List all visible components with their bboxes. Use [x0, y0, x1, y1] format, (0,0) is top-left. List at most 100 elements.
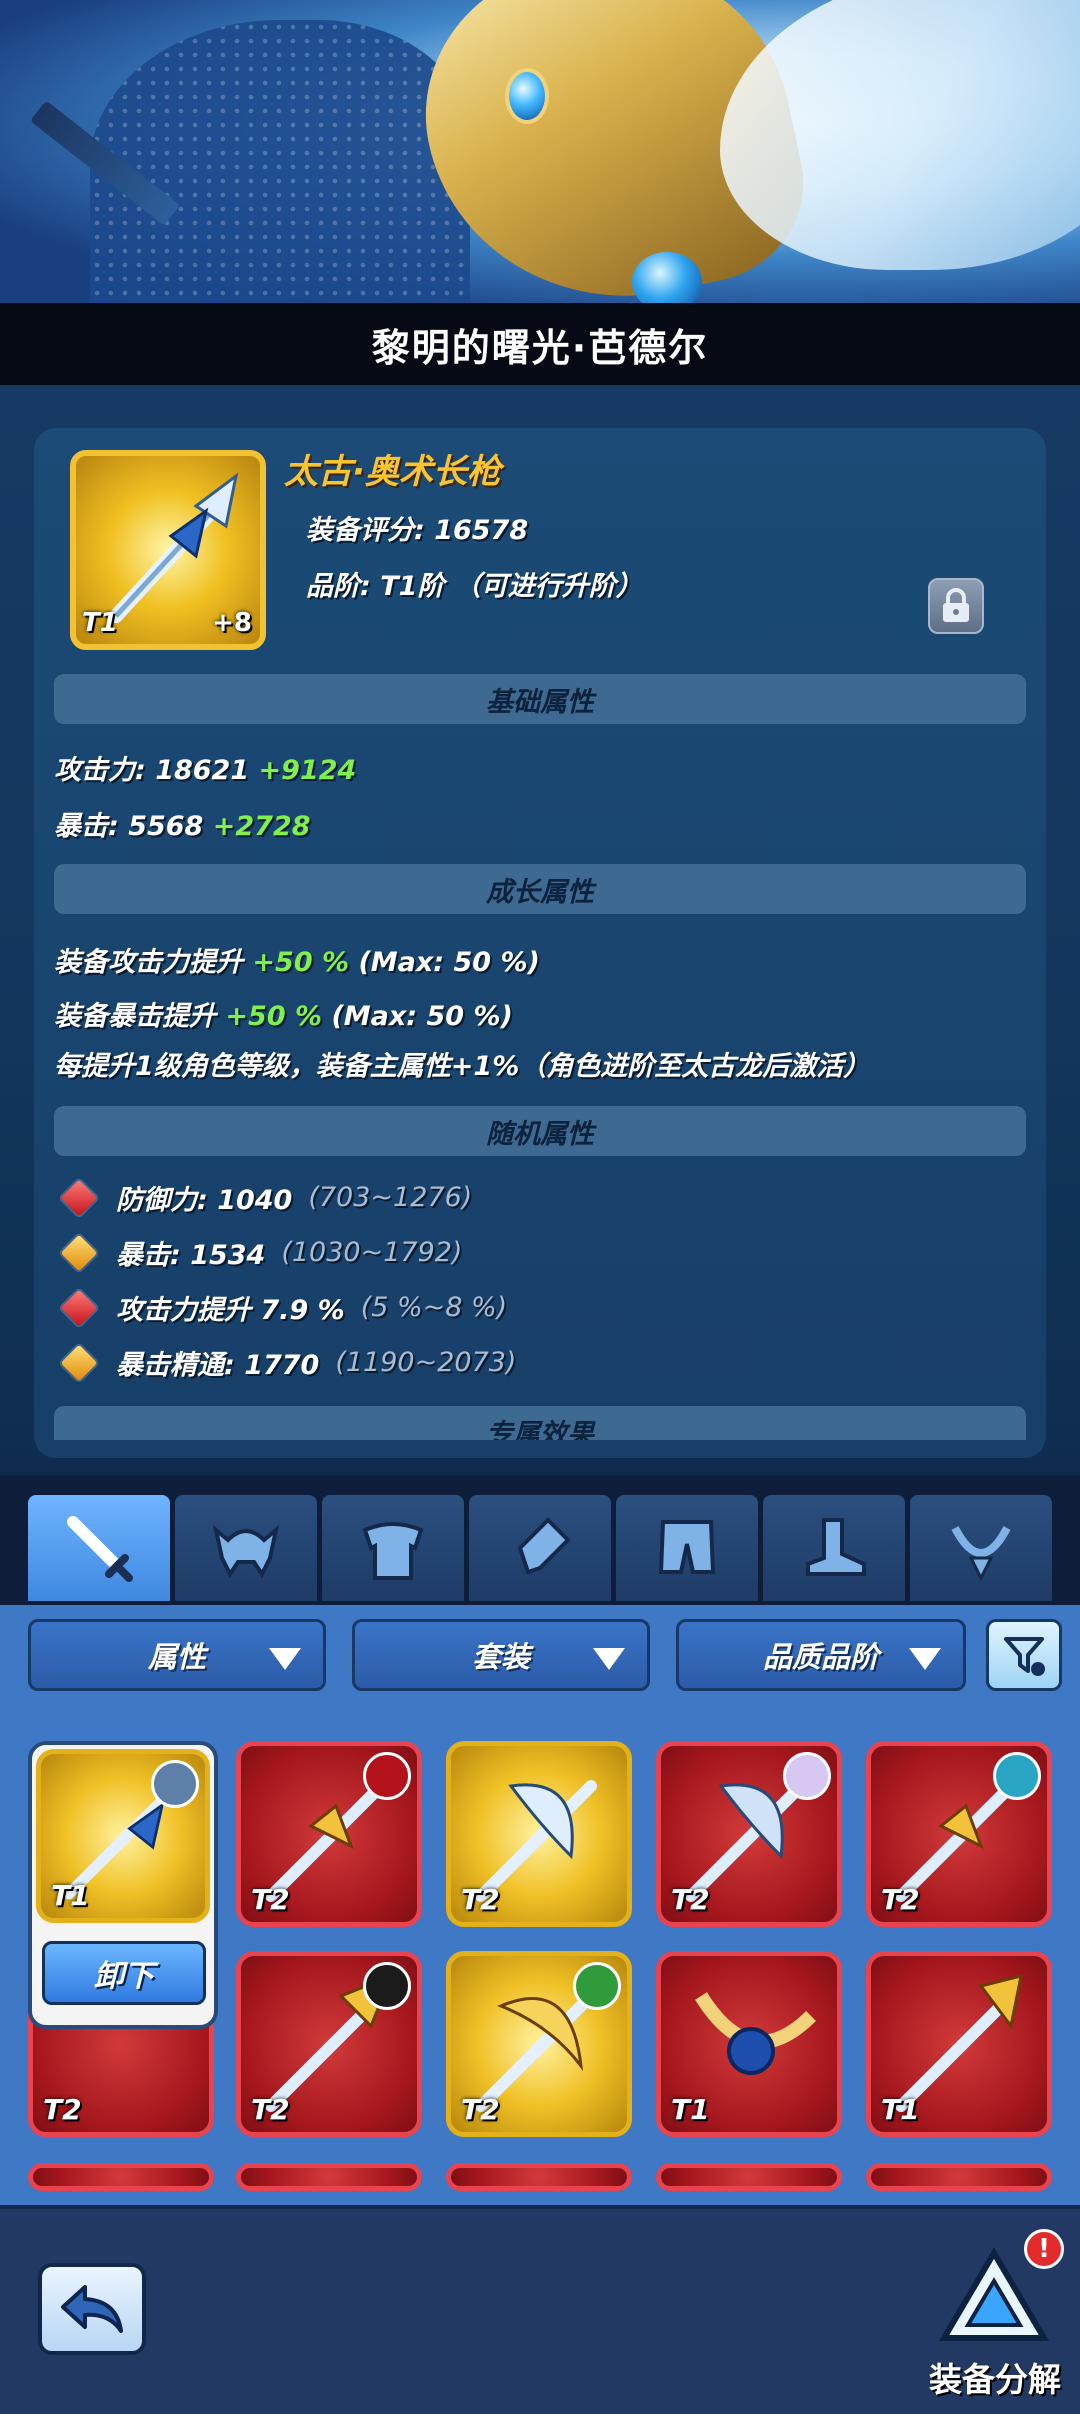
section-basic-attributes: 基础属性 [54, 674, 1026, 724]
boots-icon [806, 1518, 866, 1576]
inventory-slot[interactable] [28, 2163, 214, 2191]
random-stat: 暴击精通: 1770 (1190~2073) [58, 1343, 516, 1382]
growth-note: 每提升1级角色等级，装备主属性+1%（角色进阶至太古龙后激活） [54, 1051, 871, 1082]
filter-button[interactable] [986, 1619, 1062, 1691]
inventory-slot[interactable]: T2 [446, 1741, 632, 1927]
pants-icon [658, 1520, 716, 1574]
back-button[interactable] [38, 2263, 146, 2355]
slot-tier: T2 [671, 1883, 710, 1916]
chevron-down-icon [593, 1648, 625, 1670]
dropdown-label: 套装 [471, 1640, 530, 1674]
inventory-slot[interactable]: T2 [236, 1741, 422, 1927]
slot-tier: T2 [881, 1883, 920, 1916]
section-title: 成长属性 [486, 876, 594, 908]
item-name: 太古·奥术长枪 [284, 452, 501, 492]
slot-tier: T1 [881, 2093, 920, 2126]
item-detail-panel[interactable]: T1 +8 太古·奥术长枪 装备评分: 16578 品阶: T1阶 （可进行升阶… [34, 428, 1046, 1458]
section-growth-attributes: 成长属性 [54, 864, 1026, 914]
inventory-slot[interactable]: T1 [866, 1951, 1052, 2137]
inventory-slot[interactable]: T2 [656, 1741, 842, 1927]
tab-weapon[interactable] [28, 1495, 170, 1601]
random-stat-label: 暴击: 1534 [116, 1240, 266, 1271]
inventory-slot[interactable]: T2 [236, 1951, 422, 2137]
stat-attack: 攻击力: 18621 +9124 [54, 748, 356, 787]
dropdown-label: 属性 [147, 1640, 206, 1674]
slot-tier: T2 [251, 1883, 290, 1916]
inventory-grid: 属性 套装 品质品阶 T2 T2 T2 T2 T2 T2 T2 T1 T1 T1… [0, 1605, 1080, 2205]
unequip-button[interactable]: 卸下 [42, 1941, 206, 2005]
hero-badge [363, 1962, 411, 2010]
gold-gem-icon [60, 1344, 98, 1381]
chevron-down-icon [909, 1648, 941, 1670]
inventory-slot[interactable]: T2 [446, 1951, 632, 2137]
tab-necklace[interactable] [910, 1495, 1052, 1601]
stat-bonus: +50 % [225, 1001, 323, 1032]
salvage-button[interactable]: ! 装备分解 [920, 2229, 1070, 2409]
hero-badge [363, 1752, 411, 1800]
stat-bonus: +50 % [252, 947, 350, 978]
random-stat: 攻击力提升 7.9 % (5 %~8 %) [58, 1288, 507, 1327]
equipped-item-card[interactable]: T1 卸下 [28, 1741, 218, 2029]
filter-attribute-dropdown[interactable]: 属性 [28, 1619, 326, 1691]
dropdown-label: 品质品阶 [762, 1640, 879, 1674]
section-title: 随机属性 [486, 1118, 594, 1150]
stat-label: 攻击力: 18621 [54, 755, 250, 786]
stat-label: 暴击: 5568 [54, 811, 204, 842]
slot-tier: T2 [461, 1883, 500, 1916]
growth-crit: 装备暴击提升 +50 % (Max: 50 %) [54, 994, 513, 1033]
inventory-slot[interactable] [446, 2163, 632, 2191]
section-title: 基础属性 [486, 686, 594, 718]
hero-badge [783, 1752, 831, 1800]
growth-attack: 装备攻击力提升 +50 % (Max: 50 %) [54, 940, 540, 979]
hero-badge [993, 1752, 1041, 1800]
tab-armor[interactable] [322, 1495, 464, 1601]
random-stat-label: 攻击力提升 7.9 % [116, 1295, 345, 1326]
stat-bonus: +2728 [212, 811, 311, 842]
unequip-label: 卸下 [94, 1959, 154, 1994]
alert-badge: ! [1024, 2229, 1064, 2269]
lock-icon [943, 588, 969, 622]
tab-pants[interactable] [616, 1495, 758, 1601]
hero-banner [0, 0, 1080, 310]
stat-max: (Max: 50 %) [358, 947, 540, 978]
item-tier: T1 [82, 608, 118, 638]
hero-name: 黎明的曙光·芭德尔 [371, 325, 709, 370]
tab-boots[interactable] [763, 1495, 905, 1601]
random-stat: 防御力: 1040 (703~1276) [58, 1178, 472, 1217]
item-grade: 品阶: T1阶 （可进行升阶） [306, 571, 643, 602]
inventory-slot[interactable] [236, 2163, 422, 2191]
bottom-bar: ! 装备分解 [0, 2205, 1080, 2414]
inventory-slot[interactable]: T1 [656, 1951, 842, 2137]
random-stat: 暴击: 1534 (1030~1792) [58, 1233, 462, 1272]
sword-icon [67, 1516, 133, 1582]
lock-button[interactable] [928, 578, 984, 634]
hero-gem [505, 68, 549, 124]
item-enhance-level: +8 [212, 608, 252, 638]
armor-icon [362, 1522, 424, 1580]
red-gem-icon [60, 1179, 98, 1216]
filter-set-dropdown[interactable]: 套装 [352, 1619, 650, 1691]
inventory-slot[interactable] [656, 2163, 842, 2191]
inventory-slot-equipped[interactable]: T1 [36, 1749, 210, 1923]
inventory-slot[interactable]: T2 [866, 1741, 1052, 1927]
stat-label: 装备暴击提升 [54, 1001, 216, 1032]
inventory-slot[interactable] [866, 2163, 1052, 2191]
bracer-icon [517, 1517, 571, 1575]
hero-wing [720, 0, 1080, 270]
equipment-slot-tabs [0, 1475, 1080, 1605]
stat-max: (Max: 50 %) [331, 1001, 513, 1032]
tab-bracer[interactable] [469, 1495, 611, 1601]
stat-bonus: +9124 [258, 755, 357, 786]
random-stat-label: 防御力: 1040 [116, 1185, 293, 1216]
filter-quality-dropdown[interactable]: 品质品阶 [676, 1619, 966, 1691]
slot-tier: T1 [51, 1879, 90, 1912]
slot-tier: T2 [461, 2093, 500, 2126]
tab-helmet[interactable] [175, 1495, 317, 1601]
section-random-attributes: 随机属性 [54, 1106, 1026, 1156]
hero-badge [573, 1962, 621, 2010]
random-stat-range: (1030~1792) [281, 1237, 463, 1268]
stat-label: 装备攻击力提升 [54, 947, 243, 978]
item-score: 装备评分: 16578 [306, 515, 529, 546]
slot-tier: T1 [671, 2093, 710, 2126]
random-stat-range: (1190~2073) [335, 1347, 517, 1378]
